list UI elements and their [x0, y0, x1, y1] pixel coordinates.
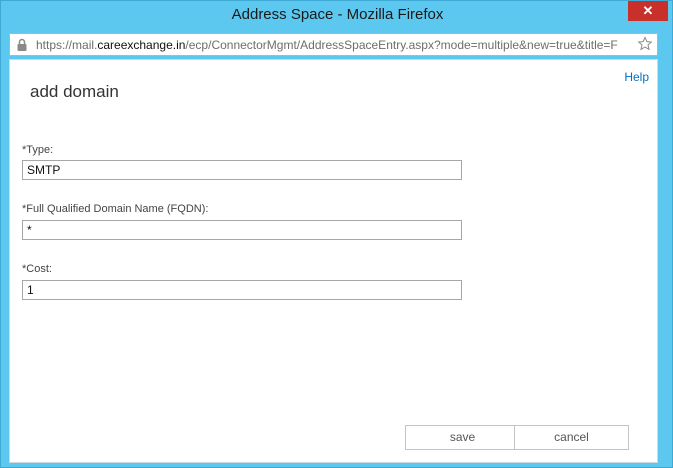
url-bar[interactable]: https://mail.careexchange.in/ecp/Connect… [9, 33, 658, 56]
close-icon: ✕ [642, 3, 654, 18]
lock-icon [15, 38, 29, 52]
save-button[interactable]: save [405, 425, 520, 450]
page-title: add domain [30, 82, 119, 101]
url-path: /ecp/ConnectorMgmt/AddressSpaceEntry.asp… [185, 38, 618, 52]
cost-field[interactable]: 1 [22, 280, 462, 300]
fqdn-label: *Full Qualified Domain Name (FQDN): [22, 203, 209, 215]
url-host: careexchange.in [97, 38, 186, 52]
help-link[interactable]: Help [624, 70, 649, 84]
star-icon[interactable] [637, 36, 653, 52]
cost-label: *Cost: [22, 263, 52, 275]
url-text[interactable]: https://mail.careexchange.in/ecp/Connect… [36, 38, 635, 52]
title-bar: Address Space - Mozilla Firefox ✕ [1, 1, 673, 31]
close-button[interactable]: ✕ [628, 1, 668, 21]
fqdn-field[interactable]: * [22, 220, 462, 240]
dialog-page: Help add domain *Type: SMTP *Full Qualif… [9, 59, 658, 463]
type-label: *Type: [22, 144, 54, 156]
browser-window: Address Space - Mozilla Firefox ✕ https:… [0, 0, 673, 468]
cancel-button[interactable]: cancel [514, 425, 629, 450]
window-title: Address Space - Mozilla Firefox [231, 6, 444, 23]
type-field[interactable]: SMTP [22, 160, 462, 180]
url-prefix: https://mail. [36, 38, 98, 52]
